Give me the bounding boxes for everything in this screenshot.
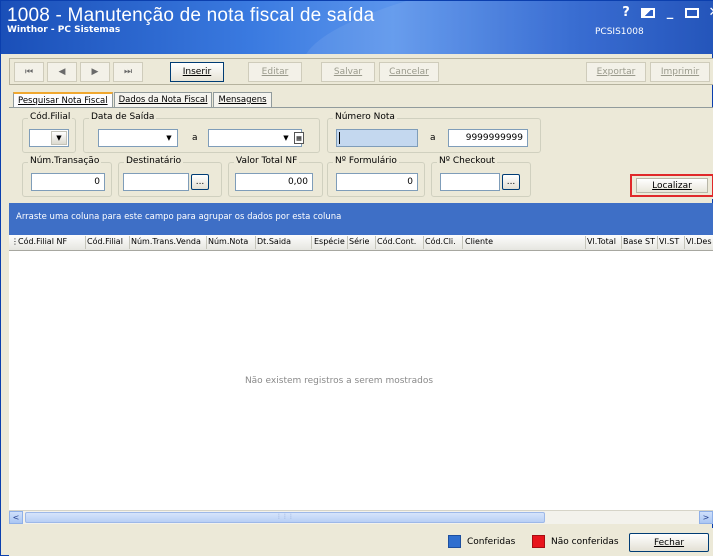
destinatario-label: Destinatário bbox=[124, 156, 184, 166]
first-record-button[interactable]: ⏮ bbox=[14, 62, 44, 82]
valor-total-group: Valor Total NF 0,00 bbox=[228, 156, 323, 197]
last-record-button[interactable]: ⏭ bbox=[113, 62, 143, 82]
localizar-button[interactable]: Localizar bbox=[636, 178, 708, 193]
conferidas-legend-label: Conferidas bbox=[467, 537, 516, 547]
numero-nota-label: Número Nota bbox=[333, 112, 397, 122]
edit-button[interactable]: Editar bbox=[248, 62, 302, 82]
horizontal-scrollbar[interactable]: < ⋮⋮⋮ > bbox=[9, 510, 713, 524]
title-bar: 1008 - Manutenção de nota fiscal de saíd… bbox=[1, 1, 713, 54]
tab-strip: Pesquisar Nota Fiscal Dados da Nota Fisc… bbox=[13, 92, 273, 109]
valor-total-input[interactable]: 0,00 bbox=[235, 173, 313, 191]
routine-code: PCSIS1008 bbox=[595, 27, 644, 37]
tab-dados-nota-fiscal[interactable]: Dados da Nota Fiscal bbox=[113, 92, 213, 108]
checkout-search-button[interactable]: ... bbox=[502, 174, 520, 190]
calendar-icon[interactable]: ▦ bbox=[294, 132, 304, 144]
numero-nota-between: a bbox=[430, 133, 436, 143]
search-panel: Cód.Filial ▼ Data de Saída ▼ a ▼ ▦ Númer… bbox=[9, 107, 713, 199]
num-formulario-input[interactable]: 0 bbox=[336, 173, 418, 191]
destinatario-group: Destinatário ... bbox=[118, 156, 222, 197]
next-record-button[interactable]: ▶ bbox=[80, 62, 110, 82]
data-saida-group: Data de Saída ▼ a ▼ ▦ bbox=[83, 112, 320, 153]
column-base-st[interactable]: Base ST bbox=[623, 237, 655, 246]
grid-header: ⋮ Cód.Filial NF Cód.Filial Núm.Trans.Ven… bbox=[9, 235, 713, 251]
help-button[interactable]: ? bbox=[619, 5, 633, 22]
export-button[interactable]: Exportar bbox=[586, 62, 646, 82]
num-checkout-input[interactable] bbox=[440, 173, 500, 191]
insert-button[interactable]: Inserir bbox=[170, 62, 224, 82]
cod-filial-group: Cód.Filial ▼ bbox=[22, 112, 76, 153]
scroll-thumb[interactable]: ⋮⋮⋮ bbox=[25, 512, 545, 523]
cancel-button[interactable]: Cancelar bbox=[379, 62, 439, 82]
empty-message: Não existem registros a serem mostrados bbox=[244, 376, 434, 386]
column-vl-st[interactable]: Vl.ST bbox=[659, 237, 679, 246]
num-transacao-input[interactable]: 0 bbox=[31, 173, 105, 191]
tab-mensagens[interactable]: Mensagens bbox=[213, 92, 272, 108]
text-cursor bbox=[339, 132, 340, 144]
window-title: 1008 - Manutenção de nota fiscal de saíd… bbox=[7, 5, 375, 26]
numero-nota-to[interactable]: 9999999999 bbox=[448, 129, 528, 147]
minimize-button[interactable]: _ bbox=[663, 5, 677, 22]
data-saida-between: a bbox=[192, 133, 198, 143]
numero-nota-from[interactable] bbox=[336, 129, 418, 147]
column-cod-cli[interactable]: Cód.Cli. bbox=[425, 237, 456, 246]
column-cod-filial[interactable]: Cód.Filial bbox=[87, 237, 123, 246]
conferidas-legend-swatch bbox=[448, 535, 461, 548]
nao-conferidas-legend-swatch bbox=[532, 535, 545, 548]
save-button[interactable]: Salvar bbox=[321, 62, 375, 82]
column-num-trans-venda[interactable]: Núm.Trans.Venda bbox=[131, 237, 201, 246]
column-vl-total[interactable]: Vl.Total bbox=[587, 237, 616, 246]
window-subtitle: Winthor - PC Sistemas bbox=[7, 25, 121, 35]
column-serie[interactable]: Série bbox=[349, 237, 369, 246]
nao-conferidas-legend-label: Não conferidas bbox=[551, 537, 619, 547]
toolbar: ⏮ ◀ ▶ ⏭ Inserir Editar Salvar Cancelar E… bbox=[9, 58, 713, 85]
chevron-down-icon[interactable]: ▼ bbox=[51, 131, 67, 145]
localizar-button-highlight: Localizar bbox=[630, 174, 713, 197]
data-saida-label: Data de Saída bbox=[89, 112, 157, 122]
status-bar: Conferidas Não conferidas Fechar bbox=[9, 528, 713, 556]
previous-record-button[interactable]: ◀ bbox=[47, 62, 77, 82]
column-vl-des[interactable]: Vl.Des bbox=[686, 237, 712, 246]
restore-icon[interactable] bbox=[641, 5, 655, 22]
chevron-down-icon[interactable]: ▼ bbox=[278, 131, 294, 145]
num-checkout-label: Nº Checkout bbox=[437, 156, 497, 166]
close-button[interactable]: ✕ bbox=[707, 5, 713, 22]
group-by-area[interactable]: Arraste uma coluna para este campo para … bbox=[9, 203, 713, 235]
column-cod-cont[interactable]: Cód.Cont. bbox=[377, 237, 416, 246]
num-formulario-group: Nº Formulário 0 bbox=[327, 156, 425, 197]
scroll-right-icon[interactable]: > bbox=[699, 511, 713, 524]
numero-nota-group: Número Nota a 9999999999 bbox=[327, 112, 541, 153]
cod-filial-label: Cód.Filial bbox=[28, 112, 73, 122]
maximize-icon[interactable] bbox=[685, 5, 699, 22]
num-transacao-group: Núm.Transação 0 bbox=[22, 156, 112, 197]
scroll-left-icon[interactable]: < bbox=[9, 511, 23, 524]
num-transacao-label: Núm.Transação bbox=[28, 156, 102, 166]
column-cod-filial-nf[interactable]: Cód.Filial NF bbox=[18, 237, 67, 246]
chevron-down-icon[interactable]: ▼ bbox=[161, 131, 177, 145]
valor-total-label: Valor Total NF bbox=[234, 156, 300, 166]
column-dt-saida[interactable]: Dt.Saida bbox=[257, 237, 291, 246]
column-cliente[interactable]: Cliente bbox=[465, 237, 493, 246]
destinatario-input[interactable] bbox=[123, 173, 189, 191]
print-button[interactable]: Imprimir bbox=[650, 62, 710, 82]
num-checkout-group: Nº Checkout ... bbox=[431, 156, 531, 197]
column-especie[interactable]: Espécie bbox=[314, 237, 345, 246]
column-num-nota[interactable]: Núm.Nota bbox=[208, 237, 248, 246]
grid-body[interactable]: Não existem registros a serem mostrados bbox=[9, 251, 713, 510]
destinatario-search-button[interactable]: ... bbox=[191, 174, 209, 190]
num-formulario-label: Nº Formulário bbox=[333, 156, 399, 166]
fechar-button[interactable]: Fechar bbox=[629, 533, 709, 552]
application-window: 1008 - Manutenção de nota fiscal de saíd… bbox=[0, 0, 713, 556]
